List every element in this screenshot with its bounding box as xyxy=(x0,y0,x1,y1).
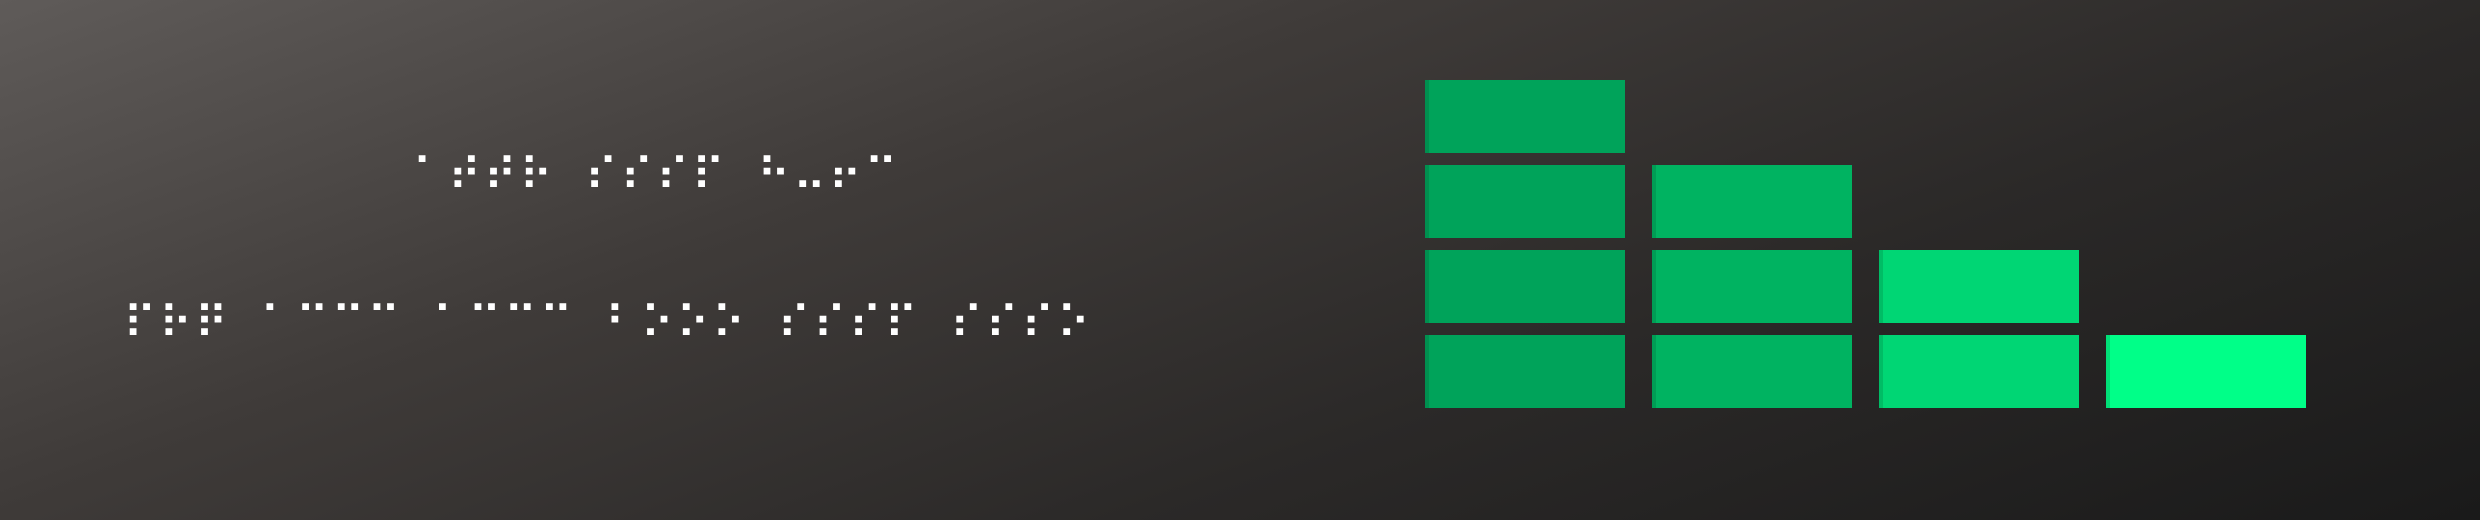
bar-block xyxy=(1425,165,1625,238)
bar-block xyxy=(1425,335,1625,408)
braille-line-bottom: ⠏⠗⠟ ⠁⠉⠉⠉ ⠁⠉⠉⠉ ⠃⠕⠕⠕ ⠎⠎⠎⠏ ⠎⠎⠎⠕ xyxy=(123,296,1093,350)
bar-block xyxy=(1425,80,1625,153)
bar-stack-graphic xyxy=(1425,80,2325,410)
braille-line-top: ⠁⠞⠞⠗ ⠎⠎⠎⠏ ⠓⠤⠖⠉ xyxy=(412,148,900,202)
bar-block xyxy=(1425,250,1625,323)
bar-block xyxy=(1652,165,1852,238)
bar-block xyxy=(1652,335,1852,408)
bar-block xyxy=(1652,250,1852,323)
bar-block xyxy=(1879,335,2079,408)
bar-block xyxy=(1879,250,2079,323)
bar-block xyxy=(2106,335,2306,408)
